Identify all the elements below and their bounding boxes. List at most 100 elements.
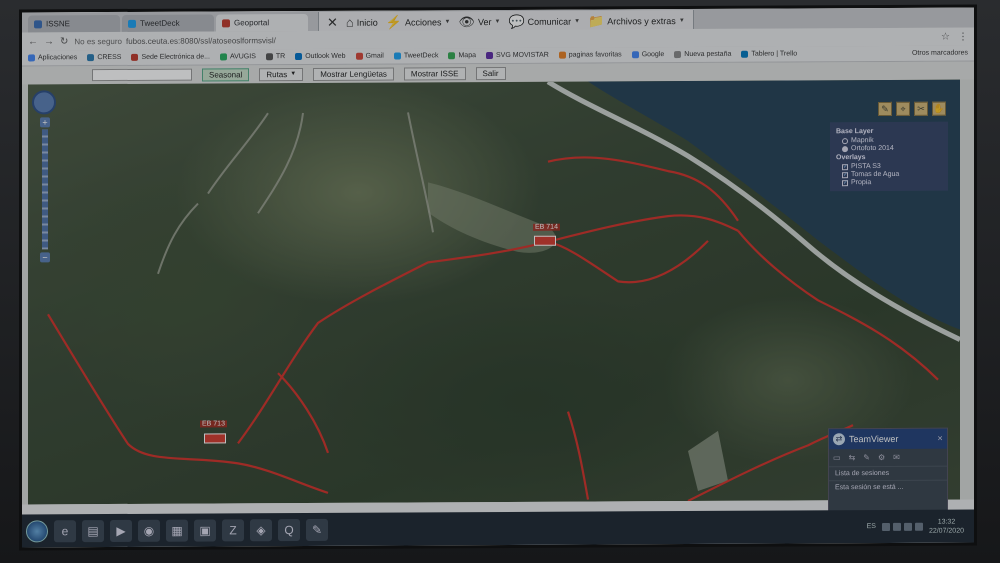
- flag-icon[interactable]: [914, 522, 923, 531]
- bookmark-favicon-icon: [265, 53, 273, 61]
- windows-taskbar: e ▤ ▶ ◉ ▦ ▣ Z ◈ Q ✎ ES 13:32 22/07/2020: [22, 509, 974, 548]
- bookmark-item[interactable]: paginas favoritas: [558, 51, 622, 59]
- bookmark-item[interactable]: Nueva pestaña: [674, 51, 731, 59]
- gis-icon[interactable]: ◈: [250, 518, 272, 541]
- battery-icon[interactable]: [903, 522, 912, 531]
- bookmark-label: Aplicaciones: [38, 54, 78, 62]
- paint-icon[interactable]: ✎: [306, 518, 328, 541]
- star-icon[interactable]: ☆: [941, 31, 950, 42]
- bookmark-item[interactable]: Mapa: [448, 52, 476, 60]
- bookmark-item[interactable]: Aplicaciones: [28, 54, 78, 62]
- explorer-icon[interactable]: ▤: [82, 519, 104, 542]
- language-indicator[interactable]: ES: [867, 523, 876, 530]
- search-input[interactable]: [92, 68, 192, 82]
- ie-icon[interactable]: e: [54, 519, 76, 542]
- bookmark-item[interactable]: Google: [631, 51, 665, 59]
- files-icon[interactable]: ▣: [194, 518, 216, 542]
- salir-button[interactable]: Salir: [475, 66, 506, 80]
- menu-icon[interactable]: ⋮: [958, 31, 968, 42]
- tab-tweetdeck[interactable]: TweetDeck: [122, 14, 214, 32]
- clock-time: 13:32: [937, 518, 956, 526]
- forward-icon[interactable]: →: [44, 36, 54, 47]
- button-label: Salir: [482, 68, 499, 78]
- bookmark-item[interactable]: TR: [265, 53, 285, 61]
- clock-date: 22/07/2020: [928, 527, 964, 535]
- bookmark-item[interactable]: TweetDeck: [393, 52, 438, 60]
- teamviewer-panel-header: ⇄ TeamViewer ✕: [829, 428, 947, 450]
- clock[interactable]: 13:32 22/07/2020: [929, 517, 964, 535]
- base-layer-ortofoto[interactable]: Ortofoto 2014: [842, 145, 942, 153]
- rutas-dropdown[interactable]: Rutas ▼: [259, 67, 304, 81]
- tv-archivos-button[interactable]: 📁 Archivos y extras ▼: [588, 13, 685, 28]
- chevron-down-icon: ▼: [444, 18, 451, 25]
- bookmark-favicon-icon: [631, 51, 639, 59]
- chevron-down-icon: ▼: [574, 18, 581, 25]
- media-icon[interactable]: ▶: [110, 519, 132, 542]
- scissors-icon[interactable]: ✂: [914, 101, 928, 116]
- start-button[interactable]: [26, 519, 48, 542]
- network-icon[interactable]: [881, 522, 890, 531]
- vehicle-marker[interactable]: [534, 235, 556, 246]
- reload-icon[interactable]: ↻: [60, 36, 68, 47]
- tv-item-label: Archivos y extras: [607, 15, 676, 26]
- tv-acciones-button[interactable]: ⚡ Acciones ▼: [386, 15, 451, 30]
- mail-icon[interactable]: ✉: [893, 453, 900, 462]
- chevron-down-icon: ▼: [290, 71, 297, 78]
- bookmark-item[interactable]: Outlook Web: [295, 53, 346, 61]
- bookmark-item[interactable]: Sede Electrónica de...: [131, 54, 210, 61]
- tab-issne[interactable]: ISSNE: [28, 14, 120, 33]
- tab-geoportal[interactable]: Geoportal: [216, 13, 308, 32]
- tv-ver-button[interactable]: 👁 Ver ▼: [458, 14, 501, 29]
- satellite-map[interactable]: + − ✎ ⌖ ✂ ✋ Base Layer Mapnik Ortofoto 2…: [28, 79, 960, 505]
- url-field[interactable]: No es seguro fubos.ceuta.es:8080/ssl/ato…: [74, 35, 374, 46]
- bookmark-favicon-icon: [28, 54, 35, 62]
- session-list-item[interactable]: Lista de sesiones: [829, 465, 947, 481]
- hand-icon[interactable]: ✋: [932, 101, 946, 116]
- bookmark-favicon-icon: [741, 50, 749, 58]
- mostrar-isse-button[interactable]: Mostrar ISSE: [403, 66, 466, 80]
- pen-icon[interactable]: ✎: [863, 453, 870, 462]
- checkbox-icon: ✓: [842, 171, 849, 178]
- bookmark-label: Gmail: [365, 52, 384, 60]
- seasonal-button[interactable]: Seasonal: [202, 67, 250, 82]
- close-icon[interactable]: ✕: [937, 435, 943, 443]
- zoom-slider[interactable]: [42, 129, 48, 250]
- volume-icon[interactable]: [892, 522, 901, 531]
- close-icon[interactable]: ✕: [327, 15, 338, 30]
- bookmark-item[interactable]: SVG MOVISTAR: [485, 52, 549, 60]
- edit-icon[interactable]: ✎: [878, 101, 892, 117]
- other-bookmarks[interactable]: Otros marcadores: [912, 50, 968, 57]
- locate-icon[interactable]: ⌖: [896, 101, 910, 116]
- zoom-out-button[interactable]: −: [40, 252, 50, 263]
- chrome-icon[interactable]: ◉: [138, 519, 160, 542]
- overlay-tomas-agua[interactable]: ✓ Tomas de Agua: [842, 171, 942, 179]
- bookmark-favicon-icon: [674, 51, 682, 59]
- pan-control[interactable]: [32, 90, 56, 115]
- bookmark-item[interactable]: Gmail: [355, 52, 384, 60]
- zip-icon[interactable]: Z: [222, 518, 244, 541]
- bare-ground-patch: [688, 430, 728, 491]
- tab-label: TweetDeck: [140, 18, 180, 28]
- zoom-in-button[interactable]: +: [40, 117, 50, 128]
- tv-inicio-button[interactable]: ⌂ Inicio: [346, 15, 378, 30]
- bookmark-item[interactable]: CRESS: [87, 54, 121, 62]
- back-icon[interactable]: ←: [28, 36, 38, 47]
- monitor-screen: ISSNE TweetDeck Geoportal ✕ ⌂ Inicio ⚡ A…: [22, 7, 974, 548]
- transfer-icon[interactable]: ⇆: [849, 453, 856, 462]
- bookmark-item[interactable]: Tablero | Trello: [741, 50, 797, 58]
- monitor-icon[interactable]: ▭: [833, 453, 841, 462]
- calculator-icon[interactable]: ▦: [166, 519, 188, 542]
- bookmark-item[interactable]: AVUGIS: [219, 53, 256, 61]
- mostrar-lenguetas-button[interactable]: Mostrar Lengüetas: [313, 67, 394, 81]
- overlay-propia[interactable]: ✓ Propia: [842, 179, 942, 187]
- vehicle-marker[interactable]: [204, 433, 226, 444]
- tv-comunicar-button[interactable]: 💬 Comunicar ▼: [508, 14, 581, 29]
- base-layer-mapnik[interactable]: Mapnik: [842, 137, 942, 145]
- gear-icon[interactable]: ⚙: [878, 453, 885, 462]
- chevron-down-icon: ▼: [494, 18, 501, 25]
- bookmark-label: Google: [641, 51, 665, 59]
- q-icon[interactable]: Q: [278, 518, 300, 541]
- base-layer-header: Base Layer: [836, 128, 874, 136]
- overlay-pista[interactable]: ✓ PISTA S3: [842, 163, 942, 171]
- tab-label: ISSNE: [46, 19, 71, 29]
